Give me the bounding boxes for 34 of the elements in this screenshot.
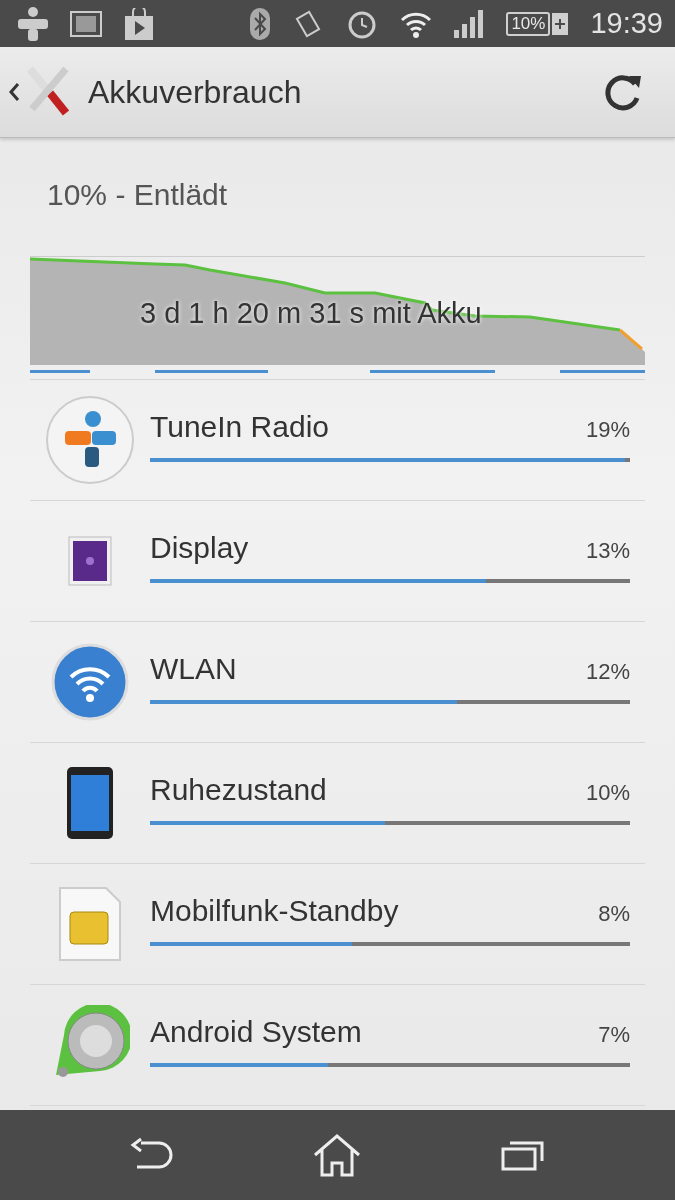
- store-bag-icon: [124, 7, 154, 40]
- app-name: TuneIn Radio: [150, 410, 329, 444]
- battery-level: 10%: [506, 11, 551, 36]
- usage-row[interactable]: WLAN 12%: [30, 622, 645, 743]
- usage-row[interactable]: Ruhezustand 10%: [30, 743, 645, 864]
- bluetooth-icon: [250, 7, 271, 40]
- usage-percent: 12%: [585, 659, 630, 685]
- usage-percent: 19%: [585, 417, 630, 443]
- charging-plus-icon: [552, 12, 569, 35]
- usage-row[interactable]: Android System 7%: [30, 985, 645, 1106]
- usage-percent: 10%: [585, 780, 630, 806]
- display-icon: [68, 536, 112, 586]
- app-name: WLAN: [150, 652, 237, 686]
- usage-row[interactable]: Display 13%: [30, 501, 645, 622]
- app-name: Android System: [150, 1015, 362, 1049]
- usage-percent: 13%: [585, 538, 630, 564]
- radio-app-icon: [45, 395, 135, 485]
- page-title: Akkuverbrauch: [88, 73, 302, 111]
- clock: 19:39: [590, 7, 663, 40]
- usage-percent: 8%: [598, 901, 630, 927]
- sim-card-icon: [58, 886, 122, 962]
- app-name: Mobilfunk-Standby: [150, 894, 399, 928]
- cell-signal-icon: [454, 9, 485, 38]
- caret-icon: [8, 81, 20, 103]
- app-name: Ruhezustand: [150, 773, 327, 807]
- usage-row[interactable]: Mobilfunk-Standby 8%: [30, 864, 645, 985]
- info-notification-icon: [70, 10, 102, 37]
- phone-icon: [66, 766, 114, 840]
- wifi-icon: [51, 643, 129, 721]
- battery-status: 10% - Entlädt: [46, 177, 229, 213]
- app-notification-icon: [18, 6, 48, 41]
- usage-percent: 7%: [598, 1022, 630, 1048]
- usage-row[interactable]: TuneIn Radio 19%: [30, 380, 645, 501]
- app-name: Display: [150, 531, 249, 565]
